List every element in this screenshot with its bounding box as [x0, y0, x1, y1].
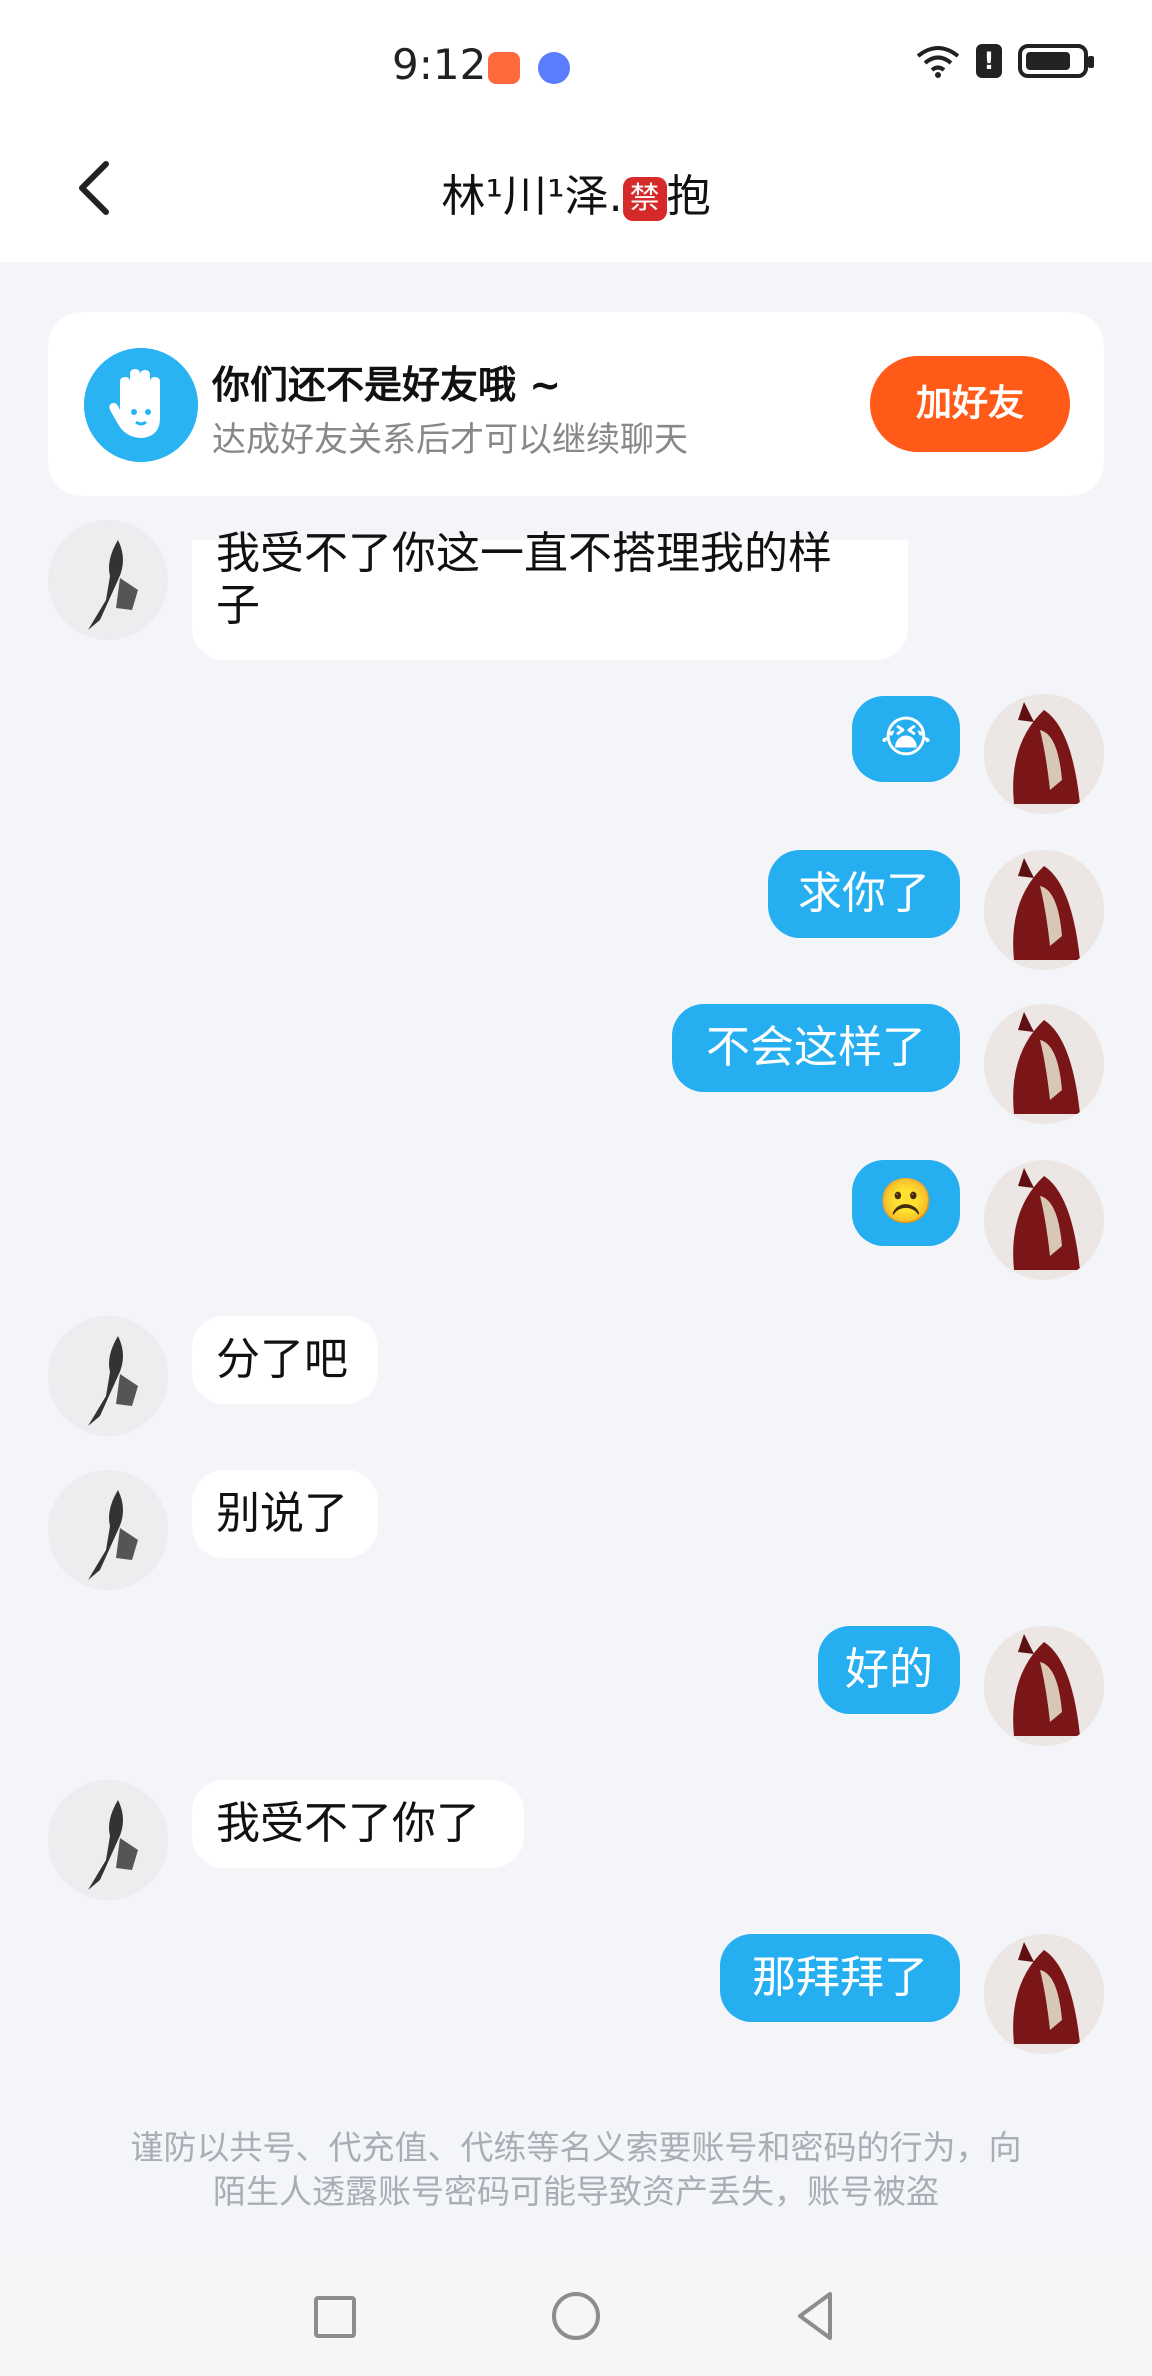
message-bubble-left: 我受不了你了 [192, 1780, 524, 1868]
sad-emoji: ☹️ [878, 1176, 934, 1227]
contact-avatar[interactable] [48, 1470, 168, 1590]
message-bubble-left: 分了吧 [192, 1316, 378, 1404]
wifi-icon [916, 46, 960, 78]
message-bubble-right: 那拜拜了 [720, 1934, 960, 2022]
crying-emoji: 😭 [880, 712, 932, 763]
app-notification-icon [488, 52, 520, 84]
status-icons: ! [916, 44, 1094, 78]
message-bubble-left: 别说了 [192, 1470, 378, 1558]
my-avatar-image [984, 1934, 1104, 2054]
message-bubble-right: 不会这样了 [672, 1004, 960, 1092]
friend-request-card: 你们还不是好友哦 ~ 达成好友关系后才可以继续聊天 加好友 [48, 312, 1104, 496]
message-bubble-left: 我受不了你这一直不搭理我的样 子 [192, 528, 908, 660]
contact-avatar[interactable] [48, 1316, 168, 1436]
my-avatar[interactable] [984, 850, 1104, 970]
my-avatar-image [984, 1626, 1104, 1746]
contact-avatar-image [48, 1780, 168, 1900]
my-avatar[interactable] [984, 1160, 1104, 1280]
warning-line1: 谨防以共号、代充值、代练等名义索要账号和密码的行为，向 [130, 2128, 1022, 2167]
my-avatar-image [984, 850, 1104, 970]
contact-avatar[interactable] [48, 520, 168, 640]
chat-title: 林¹川¹泽. 禁抱 [0, 160, 1152, 224]
contact-avatar-image [48, 1470, 168, 1590]
my-avatar[interactable] [984, 1626, 1104, 1746]
contact-avatar[interactable] [48, 1780, 168, 1900]
message-bubble-right: 好的 [818, 1626, 960, 1714]
my-avatar[interactable] [984, 1934, 1104, 2054]
security-warning: 谨防以共号、代充值、代练等名义索要账号和密码的行为，向 陌生人透露账号密码可能导… [80, 2126, 1072, 2214]
message-bubble-right: ☹️ [852, 1160, 960, 1246]
warning-line2: 陌生人透露账号密码可能导致资产丢失，账号被盗 [213, 2172, 939, 2211]
top-bar: 9:12 ! 林¹川¹泽. 禁抱 [0, 0, 1152, 262]
message-bubble-right: 求你了 [768, 850, 960, 938]
title-badge: 禁 [622, 177, 667, 221]
card-subtitle: 达成好友关系后才可以继续聊天 [212, 420, 688, 460]
circle-icon[interactable] [552, 2292, 600, 2340]
my-avatar-image [984, 1160, 1104, 1280]
battery-icon [1018, 44, 1094, 78]
alert-icon: ! [976, 44, 1002, 78]
add-friend-button[interactable]: 加好友 [870, 356, 1070, 452]
message-text-line2: 子 [216, 580, 260, 631]
chat-title-text: 林¹川¹泽. [441, 171, 623, 222]
square-icon[interactable] [314, 2296, 356, 2338]
card-title: 你们还不是好友哦 ~ [212, 363, 562, 407]
message-bubble-right: 😭 [852, 696, 960, 782]
my-avatar-image [984, 1004, 1104, 1124]
chat-title-tail: 抱 [666, 171, 711, 222]
my-avatar[interactable] [984, 694, 1104, 814]
my-avatar-image [984, 694, 1104, 814]
status-time: 9:12 [392, 40, 487, 89]
my-avatar[interactable] [984, 1004, 1104, 1124]
contact-avatar-image [48, 1316, 168, 1436]
contact-avatar-image [48, 520, 168, 640]
music-notification-icon [538, 52, 570, 84]
message-text-line1: 我受不了你这一直不搭理我的样 [216, 528, 832, 579]
triangle-back-icon[interactable] [794, 2290, 836, 2342]
hand-icon [84, 348, 198, 462]
